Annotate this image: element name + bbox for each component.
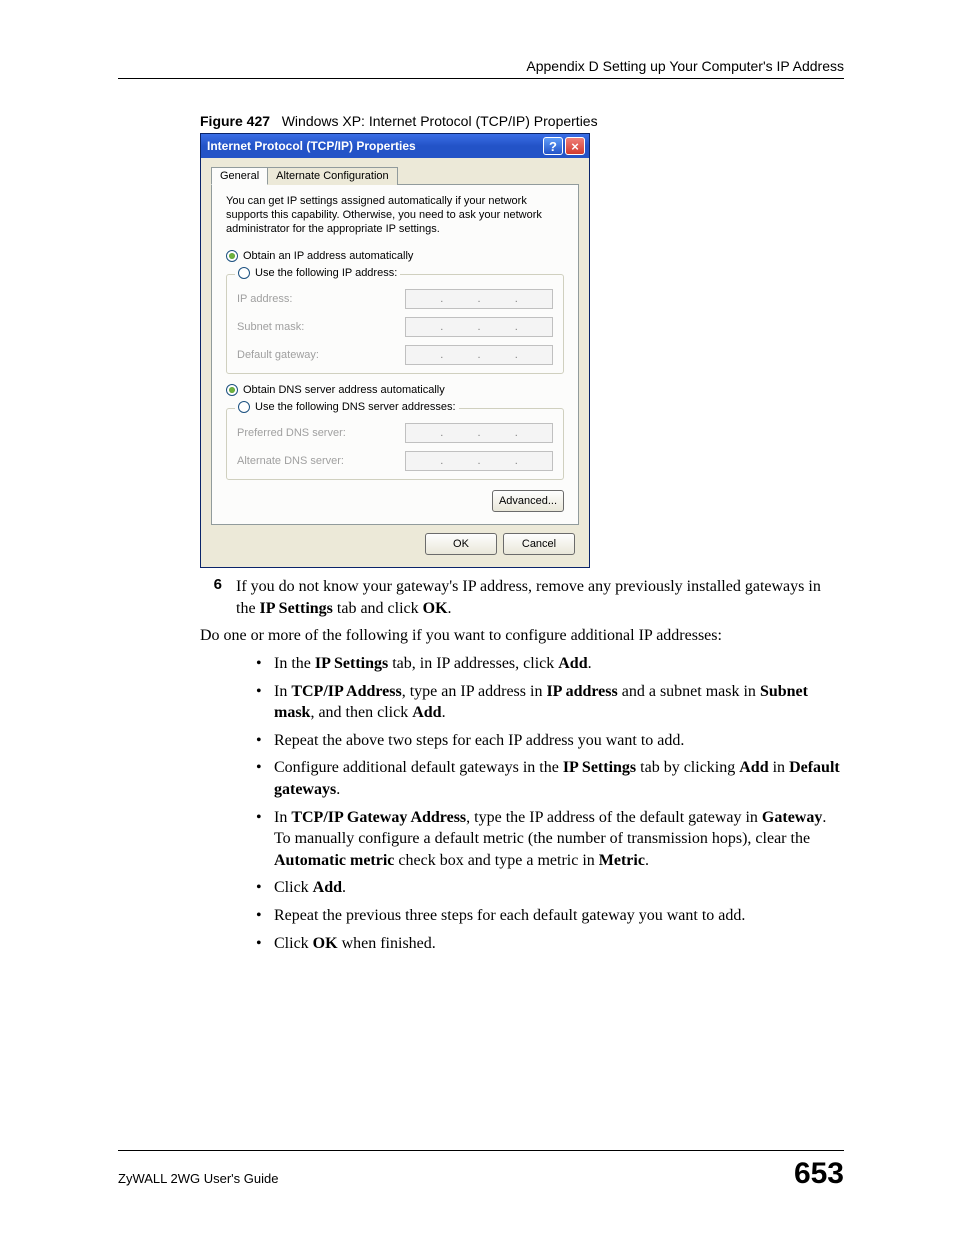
bullet-item: Repeat the above two steps for each IP a…: [256, 730, 844, 752]
dialog-titlebar: Internet Protocol (TCP/IP) Properties ? …: [201, 134, 589, 158]
radio-icon: [226, 384, 238, 396]
radio-obtain-ip-auto[interactable]: Obtain an IP address automatically: [226, 250, 564, 262]
label-subnet-mask: Subnet mask:: [237, 321, 304, 333]
dialog-description: You can get IP settings assigned automat…: [226, 195, 564, 236]
bullet-list: In the IP Settings tab, in IP addresses,…: [256, 653, 844, 954]
tab-alternate-config[interactable]: Alternate Configuration: [267, 167, 398, 185]
radio-label: Obtain an IP address automatically: [243, 250, 413, 262]
radio-icon: [226, 250, 238, 262]
fieldset-manual-dns: Use the following DNS server addresses: …: [226, 408, 564, 480]
bullet-item: In the IP Settings tab, in IP addresses,…: [256, 653, 844, 675]
label-ip-address: IP address:: [237, 293, 292, 305]
bullet-item: Click Add.: [256, 877, 844, 899]
input-ip-address: ...: [405, 289, 553, 309]
radio-icon[interactable]: [238, 267, 250, 279]
input-preferred-dns: ...: [405, 423, 553, 443]
step-6: 6 If you do not know your gateway's IP a…: [200, 576, 844, 619]
cancel-button[interactable]: Cancel: [503, 533, 575, 555]
dialog-title: Internet Protocol (TCP/IP) Properties: [207, 139, 416, 153]
bullet-item: Repeat the previous three steps for each…: [256, 905, 844, 927]
ok-button[interactable]: OK: [425, 533, 497, 555]
bullet-item: In TCP/IP Address, type an IP address in…: [256, 681, 844, 724]
label-preferred-dns: Preferred DNS server:: [237, 427, 346, 439]
help-icon[interactable]: ?: [543, 137, 563, 155]
close-icon[interactable]: ×: [565, 137, 585, 155]
footer-page-number: 653: [794, 1157, 844, 1191]
step-text: If you do not know your gateway's IP add…: [236, 576, 844, 619]
label-alternate-dns: Alternate DNS server:: [237, 455, 344, 467]
bullet-item: In TCP/IP Gateway Address, type the IP a…: [256, 807, 844, 872]
radio-label: Obtain DNS server address automatically: [243, 384, 445, 396]
label-default-gateway: Default gateway:: [237, 349, 319, 361]
input-subnet-mask: ...: [405, 317, 553, 337]
bullet-item: Click OK when finished.: [256, 933, 844, 955]
figure-caption: Figure 427 Windows XP: Internet Protocol…: [200, 113, 844, 129]
tab-general[interactable]: General: [211, 167, 268, 185]
input-alternate-dns: ...: [405, 451, 553, 471]
footer-guide: ZyWALL 2WG User's Guide: [118, 1171, 278, 1186]
radio-obtain-dns-auto[interactable]: Obtain DNS server address automatically: [226, 384, 564, 396]
tcpip-properties-dialog: Internet Protocol (TCP/IP) Properties ? …: [200, 133, 590, 568]
running-header: Appendix D Setting up Your Computer's IP…: [118, 58, 844, 74]
paragraph-configure-additional: Do one or more of the following if you w…: [200, 625, 844, 647]
page-footer: ZyWALL 2WG User's Guide 653: [118, 1150, 844, 1191]
radio-icon[interactable]: [238, 401, 250, 413]
radio-use-following-ip[interactable]: Use the following IP address:: [255, 267, 397, 279]
bullet-item: Configure additional default gateways in…: [256, 757, 844, 800]
radio-use-following-dns[interactable]: Use the following DNS server addresses:: [255, 401, 456, 413]
tabpanel-general: You can get IP settings assigned automat…: [211, 184, 579, 525]
step-number: 6: [200, 576, 236, 619]
fieldset-manual-ip: Use the following IP address: IP address…: [226, 274, 564, 374]
input-default-gateway: ...: [405, 345, 553, 365]
advanced-button[interactable]: Advanced...: [492, 490, 564, 512]
figure-number: Figure 427: [200, 113, 270, 129]
figure-caption-text: Windows XP: Internet Protocol (TCP/IP) P…: [282, 113, 598, 129]
